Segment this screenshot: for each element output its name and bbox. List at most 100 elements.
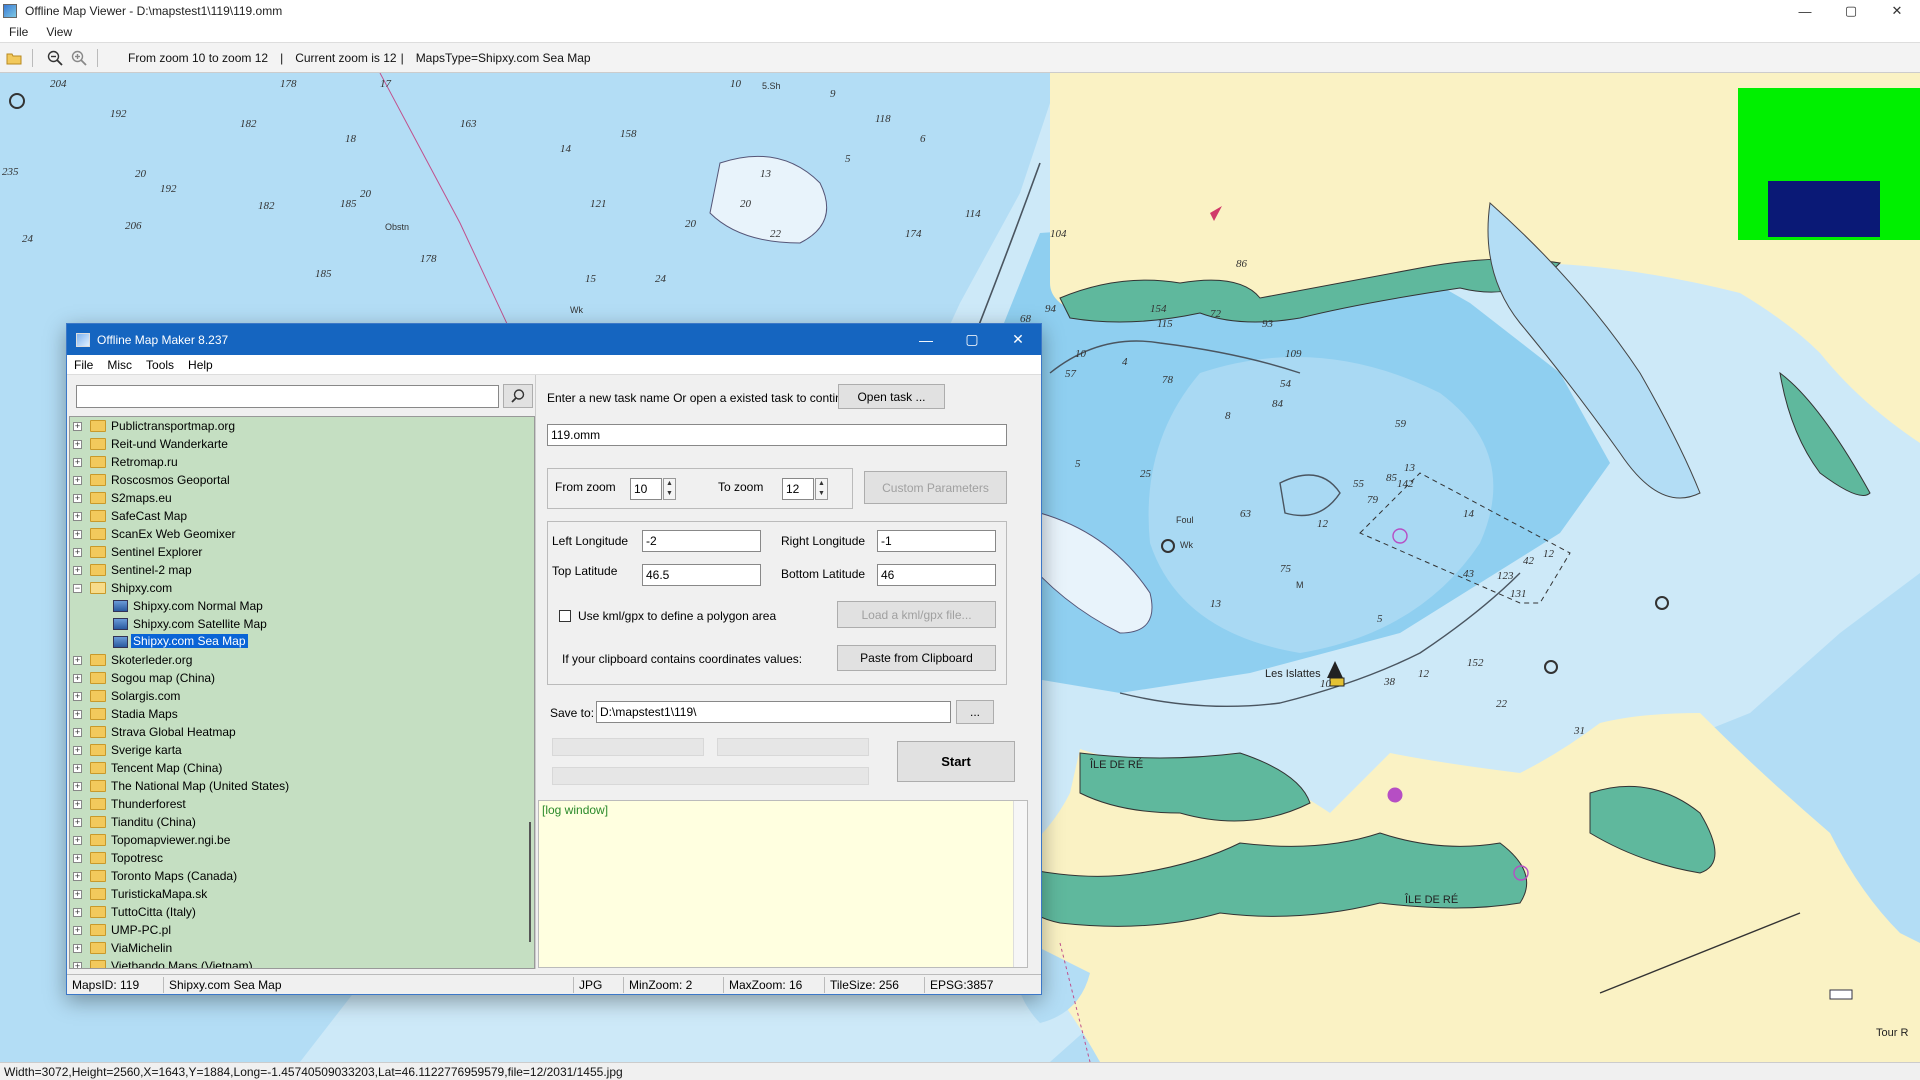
browse-button[interactable]: ...	[956, 700, 994, 724]
tree-folder-item[interactable]: + Roscosmos Geoportal	[70, 471, 534, 489]
expander-icon[interactable]: +	[73, 926, 82, 935]
expander-icon[interactable]: −	[73, 584, 82, 593]
expander-icon[interactable]: +	[73, 800, 82, 809]
dialog-maximize-button[interactable]: ▢	[949, 324, 995, 355]
custom-parameters-button[interactable]: Custom Parameters	[864, 471, 1007, 504]
expander-icon[interactable]: +	[73, 566, 82, 575]
expander-icon[interactable]: +	[73, 512, 82, 521]
close-button[interactable]: ✕	[1874, 0, 1920, 22]
kml-polygon-checkbox[interactable]	[559, 610, 571, 622]
expander-icon[interactable]: +	[73, 854, 82, 863]
expander-icon[interactable]: +	[73, 692, 82, 701]
tree-folder-item[interactable]: + UMP-PC.pl	[70, 921, 534, 939]
from-zoom-input[interactable]: 10	[630, 478, 662, 500]
zoom-out-button[interactable]	[45, 48, 65, 68]
expander-icon[interactable]: +	[73, 872, 82, 881]
tree-folder-item[interactable]: + Reit-und Wanderkarte	[70, 435, 534, 453]
top-latitude-input[interactable]: 46.5	[642, 564, 761, 586]
tree-folder-item[interactable]: + Thunderforest	[70, 795, 534, 813]
tree-folder-item[interactable]: + ScanEx Web Geomixer	[70, 525, 534, 543]
expander-icon[interactable]: +	[73, 818, 82, 827]
tree-child-item[interactable]: Shipxy.com Satellite Map	[70, 615, 534, 633]
tree-folder-item[interactable]: + Sogou map (China)	[70, 669, 534, 687]
tree-folder-item[interactable]: + Publictransportmap.org	[70, 417, 534, 435]
expander-icon[interactable]: +	[73, 530, 82, 539]
minimize-button[interactable]: —	[1782, 0, 1828, 22]
minimap-viewport[interactable]	[1768, 181, 1880, 237]
dialog-menu-file[interactable]: File	[67, 358, 100, 372]
from-zoom-spinner[interactable]: ▲ ▼	[663, 478, 676, 500]
maps-tree[interactable]: + Publictransportmap.org + Reit-und Wanderk…	[69, 416, 535, 969]
expander-icon[interactable]: +	[73, 458, 82, 467]
expander-icon[interactable]: +	[73, 944, 82, 953]
dialog-menu-tools[interactable]: Tools	[139, 358, 181, 372]
to-zoom-spinner[interactable]: ▲ ▼	[815, 478, 828, 500]
tree-folder-item[interactable]: + SafeCast Map	[70, 507, 534, 525]
tree-scrollbar[interactable]	[529, 822, 531, 942]
log-scrollbar[interactable]	[1013, 801, 1027, 967]
expander-icon[interactable]: +	[73, 674, 82, 683]
tree-folder-item[interactable]: + TuristickaMapa.sk	[70, 885, 534, 903]
bottom-latitude-input[interactable]: 46	[877, 564, 996, 586]
search-button[interactable]	[503, 384, 533, 408]
tree-folder-item[interactable]: + Vietbando Maps (Vietnam)	[70, 957, 534, 968]
start-button[interactable]: Start	[897, 741, 1015, 782]
tree-child-item[interactable]: Shipxy.com Sea Map	[70, 633, 534, 651]
dialog-menu-help[interactable]: Help	[181, 358, 220, 372]
expander-icon[interactable]: +	[73, 782, 82, 791]
tree-folder-item[interactable]: + Sverige karta	[70, 741, 534, 759]
menu-view[interactable]: View	[37, 25, 81, 39]
tree-folder-item[interactable]: + S2maps.eu	[70, 489, 534, 507]
tree-folder-item[interactable]: − Shipxy.com	[70, 579, 534, 597]
expander-icon[interactable]: +	[73, 764, 82, 773]
open-folder-button[interactable]	[4, 48, 24, 68]
maximize-button[interactable]: ▢	[1828, 0, 1874, 22]
tree-folder-item[interactable]: + Stadia Maps	[70, 705, 534, 723]
tree-folder-item[interactable]: + Retromap.ru	[70, 453, 534, 471]
tree-folder-item[interactable]: + Solargis.com	[70, 687, 534, 705]
tree-folder-item[interactable]: + Tianditu (China)	[70, 813, 534, 831]
save-to-input[interactable]: D:\mapstest1\119\	[596, 701, 951, 723]
map-search-input[interactable]	[76, 385, 499, 408]
load-kml-button[interactable]: Load a kml/gpx file...	[837, 601, 996, 628]
zoom-in-button[interactable]	[69, 48, 89, 68]
tree-folder-item[interactable]: + Strava Global Heatmap	[70, 723, 534, 741]
dialog-minimize-button[interactable]: —	[903, 324, 949, 355]
dialog-close-button[interactable]: ✕	[995, 324, 1041, 355]
expander-icon[interactable]: +	[73, 908, 82, 917]
expander-icon[interactable]: +	[73, 890, 82, 899]
tree-folder-item[interactable]: + Topomapviewer.ngi.be	[70, 831, 534, 849]
tree-folder-item[interactable]: + The National Map (United States)	[70, 777, 534, 795]
viewer-menubar: File View	[0, 22, 1920, 42]
expander-icon[interactable]: +	[73, 476, 82, 485]
expander-icon[interactable]: +	[73, 710, 82, 719]
expander-icon[interactable]: +	[73, 440, 82, 449]
expander-icon[interactable]: +	[73, 728, 82, 737]
expander-icon[interactable]: +	[73, 548, 82, 557]
expander-icon[interactable]: +	[73, 746, 82, 755]
left-longitude-input[interactable]: -2	[642, 530, 761, 552]
log-window[interactable]: [log window]	[538, 800, 1028, 968]
right-longitude-input[interactable]: -1	[877, 530, 996, 552]
tree-folder-item[interactable]: + Sentinel-2 map	[70, 561, 534, 579]
paste-from-clipboard-button[interactable]: Paste from Clipboard	[837, 645, 996, 671]
tree-folder-item[interactable]: + Topotresc	[70, 849, 534, 867]
tree-folder-item[interactable]: + TuttoCitta (Italy)	[70, 903, 534, 921]
expander-icon[interactable]: +	[73, 422, 82, 431]
dialog-menu-misc[interactable]: Misc	[100, 358, 139, 372]
tree-folder-item[interactable]: + Skoterleder.org	[70, 651, 534, 669]
expander-icon[interactable]: +	[73, 962, 82, 968]
to-zoom-input[interactable]: 12	[782, 478, 814, 500]
expander-icon[interactable]: +	[73, 656, 82, 665]
tree-child-item[interactable]: Shipxy.com Normal Map	[70, 597, 534, 615]
tree-folder-item[interactable]: + Tencent Map (China)	[70, 759, 534, 777]
expander-icon[interactable]: +	[73, 494, 82, 503]
tree-folder-item[interactable]: + Toronto Maps (Canada)	[70, 867, 534, 885]
open-task-button[interactable]: Open task ...	[838, 384, 945, 409]
tree-item-label: Reit-und Wanderkarte	[111, 437, 228, 451]
task-name-input[interactable]: 119.omm	[547, 424, 1007, 446]
menu-file[interactable]: File	[0, 25, 37, 39]
expander-icon[interactable]: +	[73, 836, 82, 845]
tree-folder-item[interactable]: + ViaMichelin	[70, 939, 534, 957]
tree-folder-item[interactable]: + Sentinel Explorer	[70, 543, 534, 561]
